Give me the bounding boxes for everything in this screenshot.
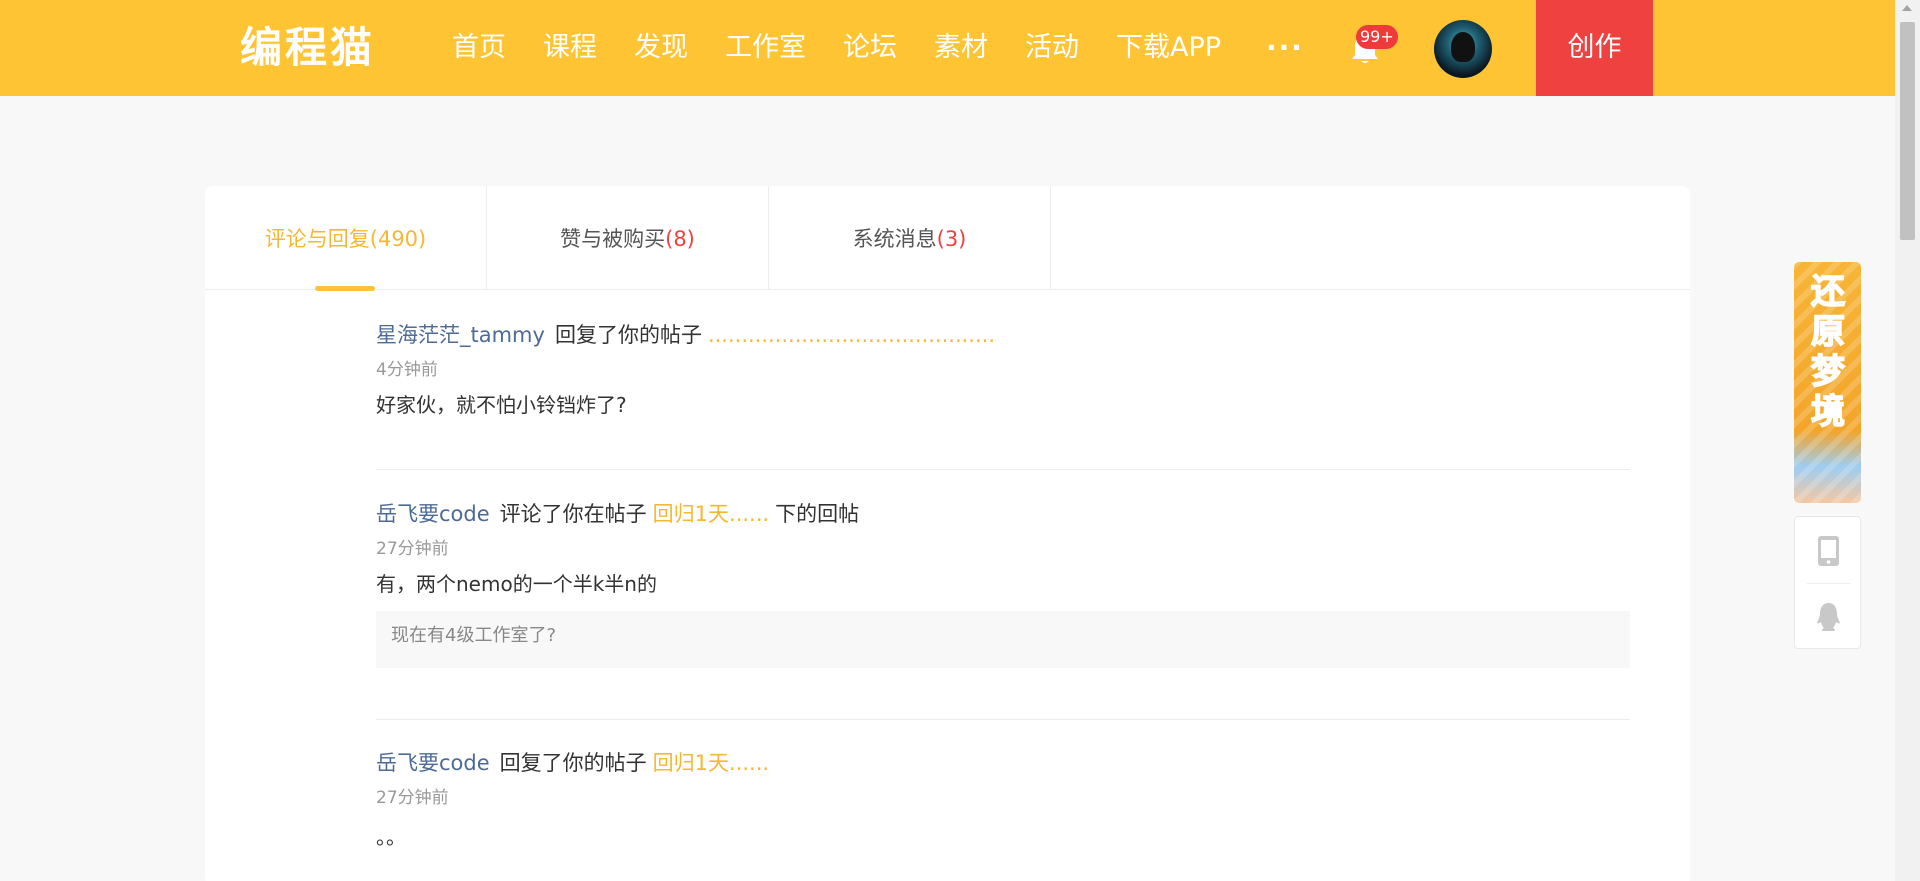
site-logo[interactable]: 编程猫 [240, 26, 375, 70]
tab-comments-replies[interactable]: 评论与回复(490) [205, 186, 487, 291]
message-item: 岳飞要code 评论了你在帖子 回归1天...... 下的回帖 27分钟前 有，两个n… [376, 499, 1630, 668]
message-content: 好家伙，就不怕小铃铛炸了? [376, 393, 627, 417]
message-header: 岳飞要code 回复了你的帖子 回归1天...... [376, 748, 1630, 778]
nav-item-studio[interactable]: 工作室 [725, 0, 806, 96]
nav-item-forum[interactable]: 论坛 [843, 0, 897, 96]
tab-label: 系统消息 [852, 227, 937, 251]
divider [376, 469, 1630, 470]
banner-text: 还原梦境 [1810, 271, 1846, 433]
side-tools [1794, 516, 1861, 649]
message-post-link[interactable]: 回归1天...... [653, 751, 769, 775]
notification-badge: 99+ [1356, 25, 1398, 49]
messages-card: 评论与回复(490) 赞与被购买(8) 系统消息(3) 星海茫茫_tammy 回复… [205, 186, 1690, 881]
create-button[interactable]: 创作 [1536, 0, 1653, 96]
message-time: 4分钟前 [376, 360, 438, 380]
message-time: 27分钟前 [376, 539, 449, 559]
tab-label: 赞与被购买 [560, 227, 666, 251]
tab-label: 评论与回复 [264, 227, 370, 251]
user-avatar[interactable] [1434, 20, 1492, 78]
tab-count: (490) [369, 227, 427, 251]
message-time: 27分钟前 [376, 788, 449, 808]
quoted-reply: 现在有4级工作室了? [376, 611, 1630, 668]
divider [376, 719, 1630, 720]
message-user-link[interactable]: 岳飞要code [376, 502, 490, 526]
message-tabs: 评论与回复(490) 赞与被购买(8) 系统消息(3) [205, 186, 1690, 291]
nav-item-download-app[interactable]: 下载APP [1116, 0, 1221, 96]
message-content: 。。 [376, 825, 406, 849]
message-action: 回复了你的帖子 [499, 751, 647, 775]
divider [1807, 583, 1850, 584]
phone-icon[interactable] [1815, 535, 1842, 567]
tab-count: (8) [665, 227, 695, 251]
more-icon[interactable]: ··· [1266, 30, 1304, 66]
tab-likes-purchases[interactable]: 赞与被购买(8) [487, 186, 769, 290]
message-action: 评论了你在帖子 [499, 502, 647, 526]
nav-item-discover[interactable]: 发现 [634, 0, 688, 96]
scroll-up-arrow-icon[interactable] [1902, 5, 1912, 11]
nav-item-events[interactable]: 活动 [1025, 0, 1079, 96]
nav-item-materials[interactable]: 素材 [934, 0, 988, 96]
message-post-link[interactable]: 回归1天...... [653, 502, 769, 526]
tab-count: (3) [936, 227, 967, 251]
promo-banner[interactable]: 还原梦境 [1794, 262, 1861, 503]
top-header: 编程猫 首页 课程 发现 工作室 论坛 素材 活动 下载APP ··· 99+ … [0, 0, 1895, 96]
message-suffix: 下的回帖 [775, 502, 860, 526]
message-header: 岳飞要code 评论了你在帖子 回归1天...... 下的回帖 [376, 499, 1630, 529]
message-content: 有，两个nemo的一个半k半n的 [376, 572, 657, 596]
message-header: 星海茫茫_tammy 回复了你的帖子.......................… [376, 320, 1630, 350]
main-nav: 首页 课程 发现 工作室 论坛 素材 活动 下载APP [452, 0, 1258, 96]
message-user-link[interactable]: 岳飞要code [376, 751, 490, 775]
page-scrollbar[interactable] [1895, 0, 1920, 881]
nav-item-home[interactable]: 首页 [452, 0, 506, 96]
message-user-link[interactable]: 星海茫茫_tammy [376, 323, 545, 347]
message-item: 岳飞要code 回复了你的帖子 回归1天...... 27分钟前 。。 [376, 748, 1630, 852]
scroll-thumb[interactable] [1900, 22, 1915, 240]
nav-item-courses[interactable]: 课程 [543, 0, 597, 96]
tab-system-messages[interactable]: 系统消息(3) [769, 186, 1051, 290]
message-post-link[interactable]: ........................................… [708, 323, 995, 347]
qq-penguin-icon[interactable] [1815, 601, 1842, 633]
message-item: 星海茫茫_tammy 回复了你的帖子.......................… [376, 320, 1630, 420]
message-action: 回复了你的帖子 [554, 323, 702, 347]
